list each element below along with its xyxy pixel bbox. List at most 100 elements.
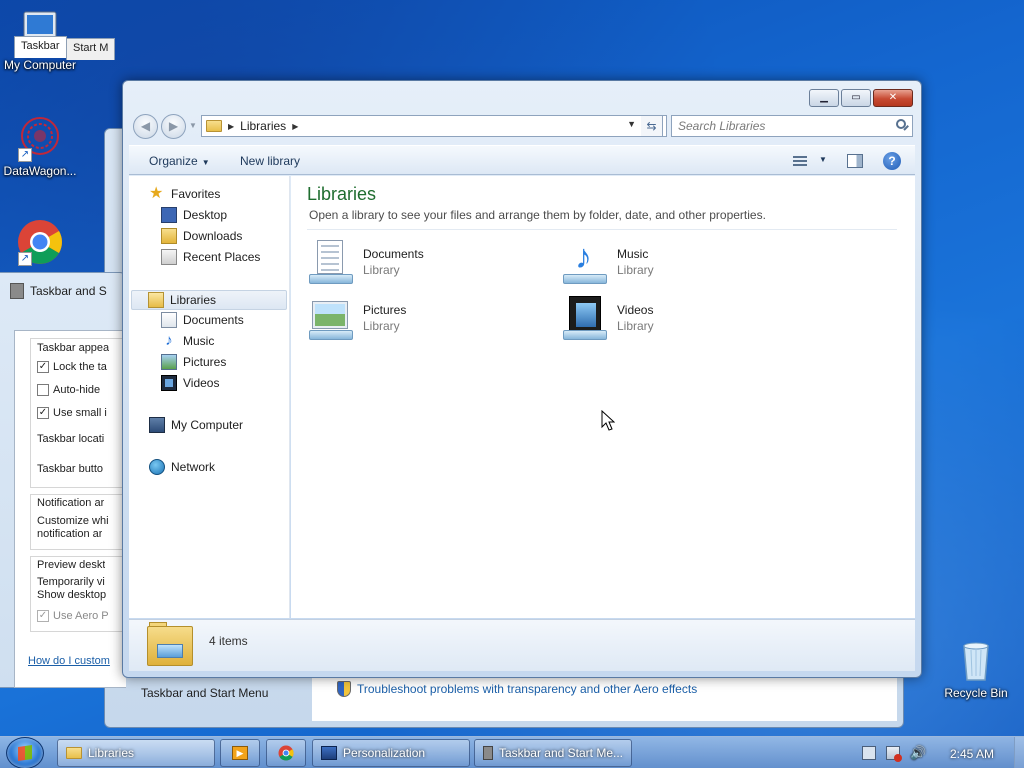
nav-network[interactable]: Network: [149, 459, 215, 475]
desktop-icon-chrome[interactable]: ↗: [0, 218, 80, 268]
volume-icon[interactable]: 🔊: [910, 745, 926, 761]
notification-area-label: Notification ar: [37, 497, 105, 509]
network-status-icon[interactable]: [886, 746, 902, 762]
nav-downloads[interactable]: Downloads: [161, 228, 242, 244]
libraries-folder-icon: [206, 120, 222, 132]
breadcrumb-libraries[interactable]: Libraries: [240, 119, 286, 133]
customize-taskbar-help-link[interactable]: How do I custom: [28, 655, 110, 667]
organize-button[interactable]: Organize ▼: [149, 154, 210, 168]
checkbox-checked-icon: ✓: [37, 407, 49, 419]
page-title: Libraries: [307, 184, 377, 204]
library-name: Music: [617, 247, 649, 261]
aero-peek-label: Use Aero P: [53, 610, 109, 622]
lock-taskbar-checkbox[interactable]: ✓ Lock the ta: [37, 361, 107, 373]
shield-icon: [337, 681, 351, 697]
aero-peek-checkbox[interactable]: ✓ Use Aero P: [37, 610, 109, 622]
close-button[interactable]: ✕: [873, 89, 913, 107]
mouse-cursor-icon: [601, 410, 615, 431]
pictures-library-icon: [307, 294, 355, 342]
taskbar-button-label: Libraries: [88, 746, 135, 760]
nav-pictures-label: Pictures: [183, 355, 227, 369]
shortcut-arrow-icon: ↗: [18, 252, 32, 266]
autohide-checkbox[interactable]: Auto-hide: [37, 384, 100, 396]
nav-downloads-label: Downloads: [183, 229, 243, 243]
back-button[interactable]: ◀: [133, 114, 158, 139]
taskbar-properties-icon: [10, 283, 24, 299]
view-options-chevron-icon[interactable]: ▼: [819, 155, 827, 164]
recent-pages-dropdown-icon[interactable]: ▼: [189, 121, 197, 130]
clock[interactable]: 2:45 AM: [950, 747, 994, 761]
taskbar-location-label: Taskbar locati: [37, 433, 105, 445]
show-desktop-button[interactable]: [1014, 737, 1024, 768]
pictures-icon: [161, 354, 177, 370]
action-center-icon[interactable]: [862, 746, 876, 760]
troubleshoot-aero-link[interactable]: Troubleshoot problems with transparency …: [337, 681, 697, 697]
address-history-dropdown-icon[interactable]: ▼: [627, 119, 636, 129]
window-caption-buttons: ▁ ▭ ✕: [809, 89, 913, 107]
desktop-icon-label: Recycle Bin: [944, 686, 1008, 700]
taskbar-button-taskbar-start-menu[interactable]: Taskbar and Start Me...: [474, 739, 632, 767]
library-tile-pictures[interactable]: Pictures Library: [307, 294, 406, 342]
page-subtitle: Open a library to see your files and arr…: [309, 208, 766, 222]
new-library-button[interactable]: New library: [240, 154, 300, 168]
taskbar-button-chrome[interactable]: [266, 739, 306, 767]
lock-taskbar-label: Lock the ta: [53, 361, 107, 373]
breadcrumb-arrow-icon[interactable]: ▶: [228, 122, 234, 131]
minimize-button[interactable]: ▁: [809, 89, 839, 107]
nav-videos[interactable]: Videos: [161, 375, 219, 391]
computer-icon: [149, 417, 165, 433]
nav-desktop[interactable]: Desktop: [161, 207, 227, 223]
nav-my-computer[interactable]: My Computer: [149, 417, 243, 433]
taskbar-button-label: Personalization: [343, 746, 426, 760]
help-icon[interactable]: ?: [883, 152, 901, 170]
music-library-icon: ♪: [561, 238, 609, 286]
nav-pictures[interactable]: Pictures: [161, 354, 226, 370]
taskbar: Libraries ▶ Personalization Taskbar and …: [0, 736, 1024, 768]
desktop-icon-label: My Computer: [3, 58, 77, 72]
library-tile-documents[interactable]: Documents Library: [307, 238, 424, 286]
videos-library-icon: [561, 294, 609, 342]
taskbar-button-personalization[interactable]: Personalization: [312, 739, 470, 767]
forward-button[interactable]: ▶: [161, 114, 186, 139]
taskbar-appearance-label: Taskbar appea: [37, 342, 110, 354]
nav-documents-label: Documents: [183, 313, 244, 327]
nav-music[interactable]: ♪ Music: [161, 333, 214, 349]
change-view-icon[interactable]: [793, 154, 807, 168]
preview-pane-icon[interactable]: [847, 154, 863, 168]
desktop-icon-datawagon[interactable]: ↗ DataWagon...: [0, 114, 80, 178]
taskbar-button-media-player[interactable]: ▶: [220, 739, 260, 767]
chevron-down-icon: ▼: [201, 158, 210, 167]
refresh-button[interactable]: ⇆: [641, 115, 663, 137]
library-tile-music[interactable]: ♪ Music Library: [561, 238, 654, 286]
downloads-folder-icon: [161, 228, 177, 244]
libraries-explorer-window[interactable]: ▁ ▭ ✕ ◀ ▶ ▼ ▶ Libraries ▶ ▼ ⇆ Search Lib…: [122, 80, 922, 678]
nav-my-computer-label: My Computer: [171, 418, 244, 432]
nav-recent-places[interactable]: Recent Places: [161, 249, 260, 265]
details-pane: 4 items: [129, 619, 915, 671]
nav-libraries[interactable]: Libraries: [131, 290, 287, 310]
address-bar[interactable]: ▶ Libraries ▶ ▼: [201, 115, 667, 137]
library-kind: Library: [617, 319, 654, 333]
library-kind: Library: [363, 319, 400, 333]
start-button[interactable]: [6, 737, 44, 768]
nav-music-label: Music: [183, 334, 215, 348]
libraries-content: Libraries Open a library to see your fil…: [291, 176, 915, 618]
tab-taskbar[interactable]: Taskbar: [14, 36, 67, 58]
library-tile-videos[interactable]: Videos Library: [561, 294, 654, 342]
preview-desc-line1: Temporarily vi: [37, 576, 105, 588]
nav-libraries-label: Libraries: [170, 293, 217, 307]
notification-area: 🔊: [862, 745, 926, 762]
search-input[interactable]: Search Libraries: [671, 115, 913, 137]
search-icon[interactable]: [896, 119, 906, 129]
small-icons-label: Use small i: [53, 407, 107, 419]
breadcrumb-arrow-icon[interactable]: ▶: [292, 122, 298, 131]
small-icons-checkbox[interactable]: ✓ Use small i: [37, 407, 107, 419]
taskbar-button-libraries[interactable]: Libraries: [57, 739, 215, 767]
taskbar-start-menu-caption[interactable]: Taskbar and Start Menu: [141, 686, 268, 700]
nav-favorites[interactable]: ★ Favorites: [149, 186, 220, 202]
navigation-bar: ◀ ▶ ▼ ▶ Libraries ▶ ▼ ⇆ Search Libraries: [131, 113, 915, 139]
desktop-icon-recycle-bin[interactable]: Recycle Bin: [936, 636, 1016, 700]
maximize-button[interactable]: ▭: [841, 89, 871, 107]
nav-documents[interactable]: Documents: [161, 312, 244, 328]
tab-start-menu[interactable]: Start M: [66, 38, 116, 60]
